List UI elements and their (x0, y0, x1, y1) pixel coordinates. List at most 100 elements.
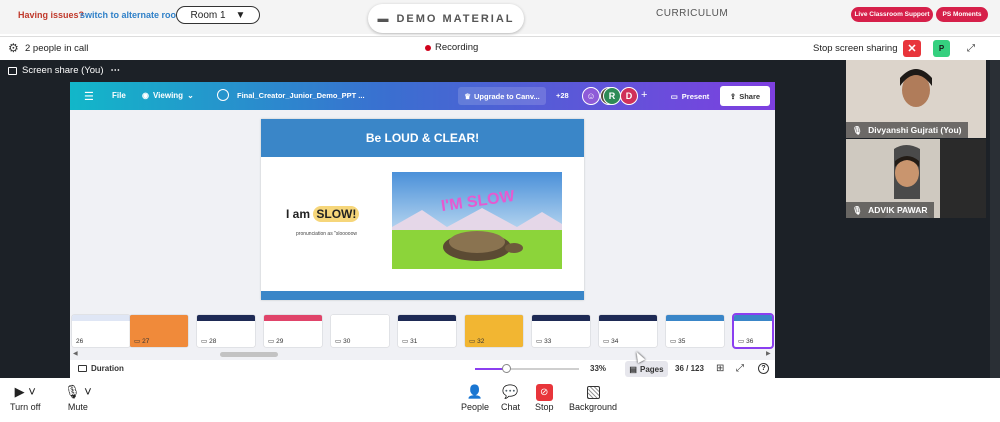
slide-headline: I am SLOW! (286, 206, 360, 222)
thumbnail-number: ▭ 33 (536, 337, 552, 346)
top-bar: Having issues? switch to alternate room … (0, 0, 1000, 34)
collaborator-avatar-1[interactable]: ☺ (582, 87, 600, 105)
thumbnail-26[interactable]: 26 (72, 315, 130, 347)
curriculum-tab[interactable]: CURRICULUM (656, 8, 728, 19)
thumbnail-35[interactable]: ▭ 35 (666, 315, 724, 347)
live-support-label: Live Classroom Support (854, 11, 930, 18)
help-icon[interactable]: ? (758, 363, 769, 374)
collaborator-avatar-d[interactable]: D (620, 87, 638, 105)
tortoise-image: I'M SLOW (392, 172, 562, 269)
demo-material-button[interactable]: ▬ DEMO MATERIAL (368, 4, 524, 33)
stop-label: Stop (535, 402, 554, 412)
slide-slow-word: SLOW! (313, 206, 360, 222)
participant-tile-self[interactable]: 🎙 Divyanshi Gujrati (You) (846, 60, 986, 138)
thumbnail-27[interactable]: ▭ 27 (130, 315, 188, 347)
page-counter: 36 / 123 (675, 364, 704, 373)
thumbnail-34[interactable]: ▭ 34 (599, 315, 657, 347)
zoom-slider-handle[interactable] (502, 364, 511, 373)
people-button[interactable]: 👤 People (461, 382, 489, 412)
thumbnail-scrollbar[interactable] (220, 352, 278, 357)
ps-moments-button[interactable]: PS Moments (936, 7, 988, 22)
document-title[interactable]: Final_Creator_Junior_Demo_PPT ... (237, 91, 365, 100)
stop-screen-sharing-button[interactable]: Stop screen sharing (813, 43, 898, 54)
thumbnail-28[interactable]: ▭ 28 (197, 315, 255, 347)
tortoise-illustration: I'M SLOW (392, 172, 562, 269)
background-button[interactable]: Background (569, 382, 617, 412)
scroll-right-icon[interactable]: ▶ (766, 350, 771, 357)
thumbnail-header (398, 315, 456, 321)
thumbnail-header (331, 315, 389, 321)
slide-header: Be LOUD & CLEAR! (261, 119, 584, 157)
microphone-button[interactable]: 🎙 ˅ Mute (64, 382, 92, 412)
background-icon (586, 385, 600, 399)
close-icon[interactable]: ✕ (903, 40, 921, 57)
alternate-room-link[interactable]: switch to alternate room (80, 10, 184, 20)
duration-button[interactable]: Duration (78, 364, 124, 373)
current-slide[interactable]: Be LOUD & CLEAR! I am SLOW! pronunciatio… (261, 119, 584, 300)
slide-footer (261, 291, 584, 300)
stop-share-icon: ⊘ (535, 383, 553, 401)
video-camera-icon: ▶ ˅ (14, 384, 36, 399)
slide-i-am: I am (286, 207, 311, 221)
pages-label: Pages (639, 364, 664, 374)
thumbnail-label: 33 (544, 337, 552, 345)
thumbnail-header (666, 315, 724, 321)
thumbnail-36[interactable]: ▭ 36 (732, 313, 774, 349)
thumbnail-number: ▭ 31 (402, 337, 418, 346)
hamburger-menu-icon[interactable]: ☰ (84, 90, 94, 103)
grid-view-icon[interactable]: ⊞ (716, 363, 724, 374)
upgrade-label: Upgrade to Canv... (474, 91, 540, 101)
more-options-icon[interactable]: ⋯ (111, 65, 121, 76)
pages-button[interactable]: ▤ Pages (625, 361, 668, 377)
participant-name: Divyanshi Gujrati (You) (868, 125, 962, 135)
add-collaborator-icon[interactable]: + (641, 89, 647, 101)
thumbnail-29[interactable]: ▭ 29 (264, 315, 322, 347)
page-thumbnails: ◀ 26 ▭ 27 ▭ 28 ▭ 29 ▭ 30 ▭ 31 ▭ 32 ▭ 33 … (70, 312, 775, 360)
duration-label: Duration (91, 364, 124, 373)
screen-share-label: Screen share (You) ⋯ (8, 65, 120, 76)
present-button[interactable]: ▭ Present (663, 87, 717, 105)
participant-name: ADVIK PAWAR (868, 205, 928, 215)
upgrade-button[interactable]: ♛ Upgrade to Canv... (458, 87, 546, 105)
folder-icon: ▬ (377, 12, 391, 25)
microphone-icon: 🎙 ˅ (64, 384, 92, 399)
fullscreen-icon[interactable]: ⤢ (736, 363, 744, 374)
viewing-menu[interactable]: ◉ Viewing ⌄ (142, 91, 194, 100)
expand-icon[interactable]: ⤢ (964, 41, 978, 55)
thumbnail-31[interactable]: ▭ 31 (398, 315, 456, 347)
gear-icon[interactable]: ⚙ (8, 42, 20, 54)
stop-share-button[interactable]: ⊘ Stop (535, 382, 554, 412)
room-select[interactable]: Room 1 ▼ (176, 6, 260, 24)
thumbnail-30[interactable]: ▭ 30 (331, 315, 389, 347)
zoom-slider-rest (505, 368, 579, 370)
thumbnail-label: 28 (209, 337, 217, 345)
thumbnail-32[interactable]: ▭ 32 (465, 315, 523, 347)
thumbnail-header (72, 315, 130, 321)
zoom-level: 33% (590, 364, 607, 373)
thumbnail-33[interactable]: ▭ 33 (532, 315, 590, 347)
call-toolbar: ▶ ˅ Turn off 🎙 ˅ Mute 👤 People 💬 Chat ⊘ … (0, 378, 1000, 422)
live-support-button[interactable]: Live Classroom Support (851, 7, 933, 22)
chevron-down-icon: ▼ (235, 9, 246, 21)
background-icon-wrap (586, 382, 600, 402)
shared-canva-window: ☰ File ◉ Viewing ⌄ Final_Creator_Junior_… (70, 82, 775, 378)
screen-icon (8, 66, 17, 75)
file-menu[interactable]: File (112, 91, 126, 100)
chat-button[interactable]: 💬 Chat (501, 382, 520, 412)
share-button[interactable]: ⇪ Share (720, 86, 770, 106)
canva-toolbar: ☰ File ◉ Viewing ⌄ Final_Creator_Junior_… (70, 82, 775, 110)
thumbnail-number: ▭ 27 (134, 337, 150, 346)
thumbnail-header (264, 315, 322, 321)
participant-tile-advik[interactable]: 🎙 ADVIK PAWAR (846, 139, 986, 218)
pages-icon: ▤ (629, 364, 637, 374)
collaborator-avatar-r[interactable]: R (603, 87, 621, 105)
thumbnail-number: ▭ 34 (603, 337, 619, 346)
crown-icon: ♛ (464, 91, 472, 101)
recording-dot-icon (425, 44, 431, 51)
camera-button[interactable]: ▶ ˅ Turn off (10, 382, 41, 412)
scroll-left-icon[interactable]: ◀ (73, 350, 78, 357)
page-scrollbar[interactable] (990, 60, 1000, 378)
thumbnail-number: ▭ 32 (469, 337, 485, 346)
eye-icon: ◉ (142, 91, 149, 100)
chat-label: Chat (501, 402, 521, 412)
